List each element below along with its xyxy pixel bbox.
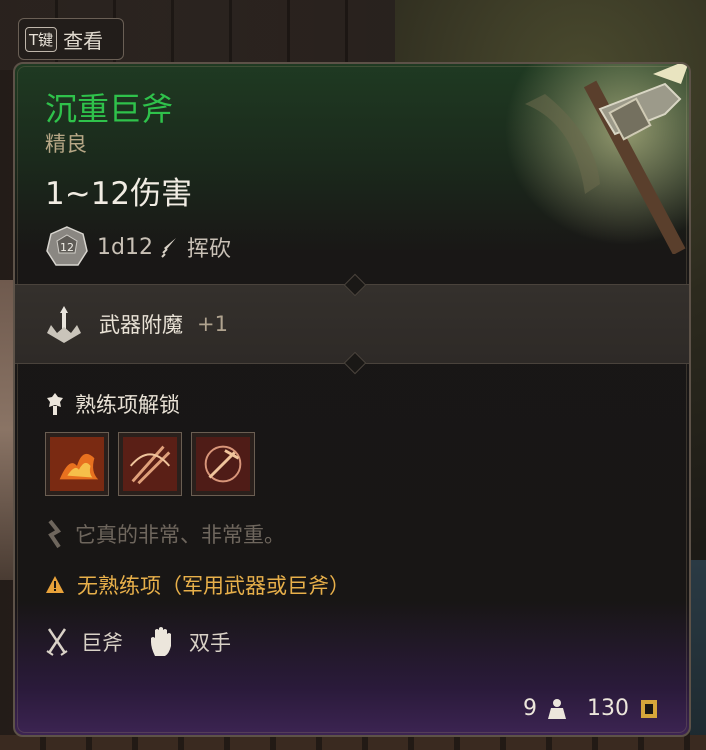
enchantment-label: 武器附魔 — [99, 313, 183, 337]
background-right-strip — [690, 560, 706, 740]
item-damage: 1~12伤害 — [45, 176, 193, 212]
action-slot[interactable] — [191, 432, 255, 496]
great-axe-icon — [505, 64, 689, 254]
background-left-strip — [0, 280, 14, 580]
sword-icon — [161, 238, 176, 258]
hotkey-key: T键 — [25, 26, 58, 52]
weapon-enchant-icon — [47, 306, 81, 343]
inspect-hotkey-button[interactable]: T键 查看 — [18, 18, 124, 60]
action-slot[interactable] — [45, 432, 109, 496]
flavor-text: 它真的非常、非常重。 — [75, 523, 285, 547]
weapon-type: 巨斧 — [81, 631, 123, 655]
dice-formula: 1d12 — [97, 234, 153, 260]
cleave-icon — [123, 437, 177, 491]
enchantment-band: 武器附魔 +1 — [15, 273, 689, 375]
proficiency-actions — [45, 432, 255, 496]
weapon-properties-row: 巨斧 双手 — [45, 626, 231, 658]
proficiency-warning: 无熟练项（军用武器或巨斧） — [77, 574, 350, 598]
item-value: 130 — [587, 696, 629, 721]
proficiency-unlock-header: 熟练项解锁 — [45, 389, 180, 419]
item-name: 沉重巨斧 — [45, 90, 174, 128]
two-handed-icon — [151, 627, 171, 656]
gold-coin-icon — [641, 699, 657, 718]
background-bottom-slots — [0, 735, 706, 750]
item-footer: 9 130 — [523, 696, 659, 721]
proficiency-warning-row: 无熟练项（军用武器或巨斧） — [45, 570, 350, 600]
enchantment-bonus: +1 — [197, 312, 228, 336]
crossed-weapons-icon — [46, 628, 68, 656]
item-tooltip: 沉重巨斧 精良 1~12伤害 12 1d12 挥砍 武器附魔 +1 熟练项解锁 … — [13, 62, 691, 737]
proficiency-unlock-title: 熟练项解锁 — [75, 393, 180, 417]
damage-type: 挥砍 — [186, 237, 231, 262]
weight-icon — [548, 698, 566, 719]
enchantment-row[interactable]: 武器附魔 +1 — [43, 303, 228, 345]
lacerate-icon — [196, 437, 250, 491]
handedness: 双手 — [189, 631, 231, 655]
quote-icon — [48, 519, 62, 549]
hotkey-label: 查看 — [63, 28, 104, 53]
proficiency-icon — [47, 393, 63, 415]
d12-dice-icon: 12 — [46, 226, 88, 266]
warning-icon — [46, 576, 64, 593]
action-slot[interactable] — [118, 432, 182, 496]
item-weight: 9 — [523, 696, 537, 721]
item-rarity: 精良 — [45, 132, 87, 156]
flame-slash-icon — [50, 437, 104, 491]
flavor-text-row: 它真的非常、非常重。 — [45, 519, 285, 549]
damage-dice-row: 12 1d12 挥砍 — [45, 224, 231, 270]
svg-text:12: 12 — [60, 241, 74, 254]
